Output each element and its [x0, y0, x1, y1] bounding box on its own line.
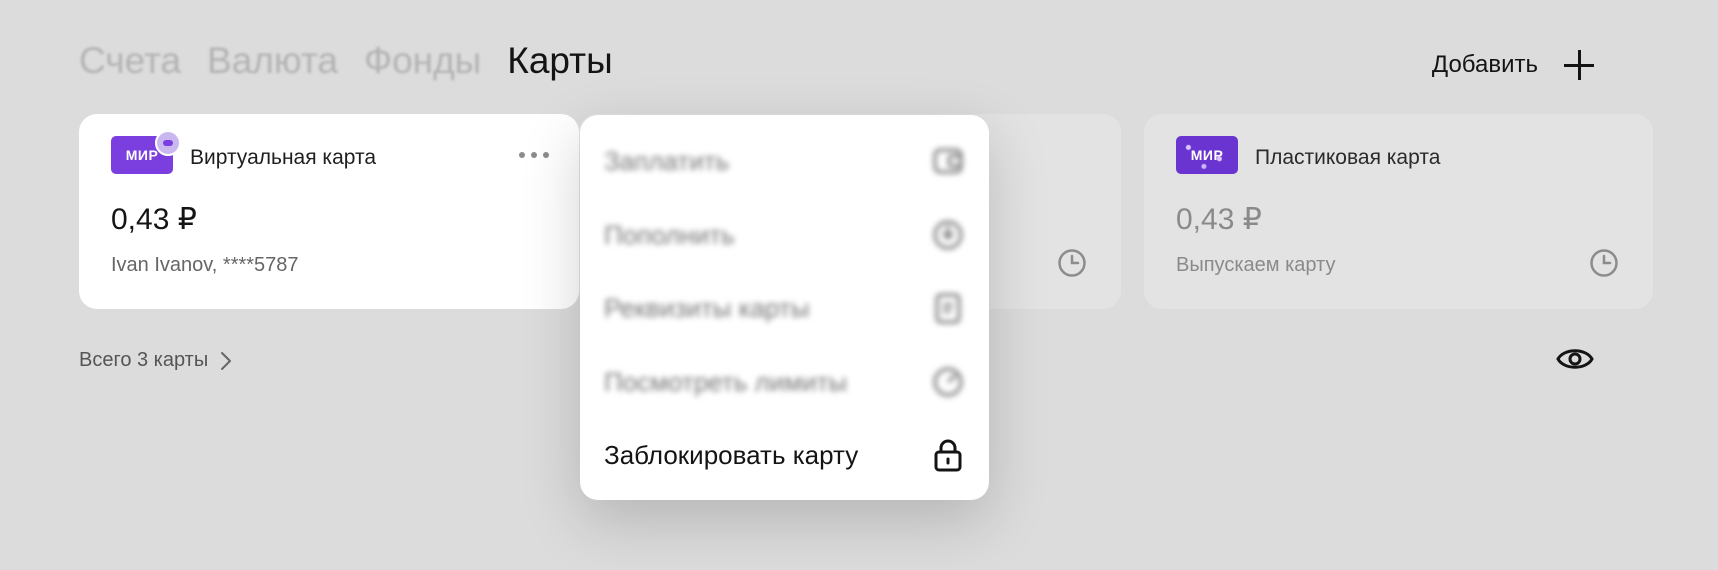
card-status: Выпускаем карту [1176, 254, 1336, 276]
tab-cards[interactable]: Карты [507, 40, 612, 82]
total-cards-label: Всего 3 карты [79, 349, 209, 371]
menu-item-limits[interactable]: Посмотреть лимиты [604, 362, 965, 402]
card-plastic[interactable]: МИР Пластиковая карта 0,43 ₽ Выпускаем к… [1144, 114, 1653, 309]
menu-item-top-up[interactable]: Пополнить [604, 215, 965, 255]
menu-item-pay[interactable]: Заплатить [604, 141, 965, 181]
menu-item-label: Посмотреть лимиты [604, 366, 848, 397]
tab-currency[interactable]: Валюта [207, 40, 338, 82]
chevron-right-icon [221, 351, 232, 370]
menu-item-label: Реквизиты карты [604, 292, 810, 323]
more-options-icon[interactable] [519, 152, 549, 158]
card-holder: Ivan Ivanov, ****5787 [111, 254, 299, 276]
card-name: Пластиковая карта [1255, 146, 1441, 169]
card-virtual[interactable]: МИР Виртуальная карта 0,43 ₽ Ivan Ivanov… [79, 114, 579, 309]
menu-item-card-details[interactable]: Реквизиты карты [604, 288, 965, 328]
limits-icon [933, 367, 963, 397]
card-name: Виртуальная карта [190, 146, 377, 169]
tab-accounts[interactable]: Счета [79, 40, 181, 82]
eye-icon[interactable] [1556, 344, 1594, 374]
add-button[interactable]: Добавить [1432, 50, 1594, 80]
lock-icon [934, 439, 962, 472]
wallet-icon [933, 148, 963, 174]
card-balance: 0,43 ₽ [1176, 203, 1262, 236]
total-cards-link[interactable]: Всего 3 карты [79, 349, 232, 372]
tab-funds[interactable]: Фонды [364, 40, 481, 82]
menu-item-label: Заплатить [604, 145, 730, 176]
menu-item-block-card[interactable]: Заблокировать карту [604, 435, 965, 475]
menu-item-label: Пополнить [604, 219, 735, 250]
clock-icon [1058, 249, 1086, 277]
mir-logo: МИР [1176, 136, 1238, 174]
menu-item-label: Заблокировать карту [604, 439, 859, 470]
clock-icon [1590, 249, 1618, 277]
cloud-icon [155, 130, 181, 156]
card-details-icon [935, 293, 961, 324]
top-up-icon [933, 220, 963, 250]
plus-icon [1564, 50, 1594, 80]
add-label: Добавить [1431, 51, 1538, 78]
card-actions-menu: Заплатить Пополнить Реквизиты карты Посм… [580, 115, 989, 500]
tabs-bar: Счета Валюта Фонды Карты [79, 40, 613, 82]
card-balance: 0,43 ₽ [111, 203, 197, 236]
